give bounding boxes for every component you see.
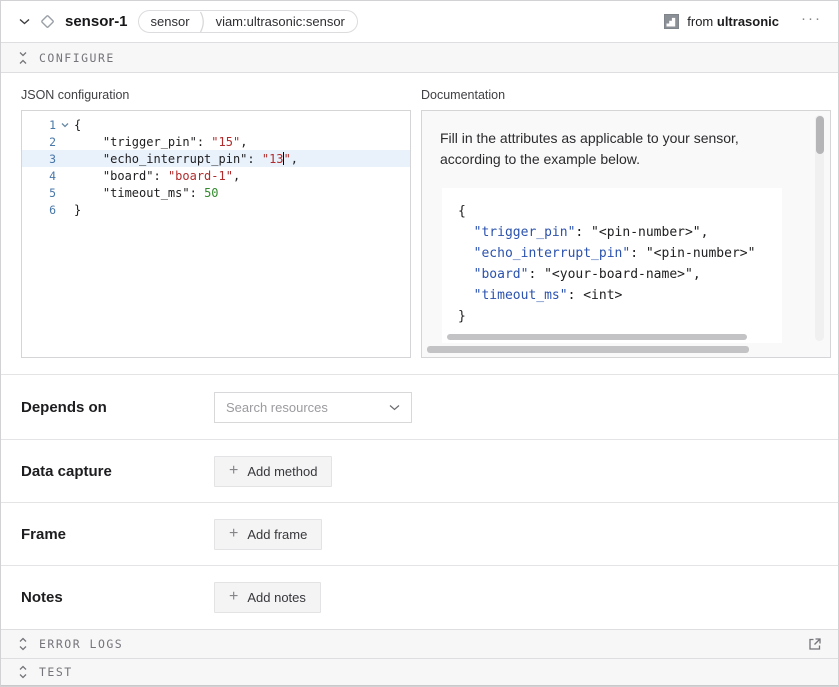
code-text: } [74, 203, 81, 217]
doc-code-line: "echo_interrupt_pin": "<pin-number>" [458, 243, 766, 264]
documentation-column: Documentation Fill in the attributes as … [421, 88, 831, 357]
configure-label: CONFIGURE [39, 51, 115, 65]
line-number: 2 [22, 135, 56, 149]
data-capture-label: Data capture [21, 463, 214, 480]
header-right: from ultrasonic ··· [664, 9, 824, 34]
pill-separator-icon [199, 11, 207, 33]
test-bar[interactable]: TEST [1, 658, 838, 686]
doc-code-line: "timeout_ms": <int> [458, 285, 766, 306]
component-model: viam:ultrasonic:sensor [216, 14, 345, 29]
code-text: "trigger_pin": "15", [74, 135, 247, 149]
editor-code-line[interactable]: 3 "echo_interrupt_pin": "13", [22, 150, 410, 167]
documentation-panel: Fill in the attributes as applicable to … [421, 110, 831, 358]
error-logs-bar[interactable]: ERROR LOGS [1, 629, 838, 658]
frame-label: Frame [21, 526, 214, 543]
panel-vertical-scrollbar-track [815, 115, 824, 341]
editor-code-line[interactable]: 4 "board": "board-1", [22, 167, 410, 184]
code-text: "echo_interrupt_pin": "<pin-number>" [458, 246, 755, 261]
code-text: "timeout_ms": <int> [458, 288, 622, 303]
json-config-column: JSON configuration 1{2 "trigger_pin": "1… [21, 88, 411, 357]
doc-code-line: { [458, 201, 766, 222]
add-frame-button[interactable]: + Add frame [214, 519, 322, 550]
component-type-pill: sensor viam:ultrasonic:sensor [138, 10, 358, 33]
json-editor[interactable]: 1{2 "trigger_pin": "15",3 "echo_interrup… [21, 110, 411, 358]
doc-code-line: "board": "<your-board-name>", [458, 264, 766, 285]
data-capture-row: Data capture + Add method [1, 439, 838, 502]
component-type: sensor [151, 14, 190, 29]
configure-content: JSON configuration 1{2 "trigger_pin": "1… [1, 73, 838, 374]
code-text: "timeout_ms": 50 [74, 186, 219, 200]
doc-code-line: "trigger_pin": "<pin-number>", [458, 222, 766, 243]
panel-vertical-scrollbar[interactable] [816, 116, 824, 154]
error-logs-label: ERROR LOGS [39, 637, 123, 651]
chevron-down-icon [389, 404, 400, 411]
collapse-section-icon [17, 51, 29, 65]
component-card: sensor-1 sensor viam:ultrasonic:sensor f… [0, 0, 839, 687]
notes-label: Notes [21, 589, 214, 606]
from-module-text: from ultrasonic [687, 14, 779, 29]
json-config-label: JSON configuration [21, 88, 411, 102]
doc-code-line: } [458, 306, 766, 327]
line-number: 5 [22, 186, 56, 200]
add-method-button[interactable]: + Add method [214, 456, 332, 487]
collapse-chevron-icon[interactable] [15, 13, 33, 31]
line-number: 4 [22, 169, 56, 183]
add-method-button-label: Add method [247, 464, 317, 479]
editor-code-line[interactable]: 5 "timeout_ms": 50 [22, 184, 410, 201]
editor-code-line[interactable]: 2 "trigger_pin": "15", [22, 133, 410, 150]
line-number: 6 [22, 203, 56, 217]
line-number: 1 [22, 118, 56, 132]
code-text: { [458, 204, 466, 219]
documentation-intro: Fill in the attributes as applicable to … [440, 128, 786, 170]
component-name: sensor-1 [65, 13, 128, 30]
overflow-menu-button[interactable]: ··· [799, 9, 824, 34]
add-frame-button-label: Add frame [247, 527, 307, 542]
test-label: TEST [39, 665, 73, 679]
code-text: "trigger_pin": "<pin-number>", [458, 225, 708, 240]
expand-section-icon [17, 665, 29, 679]
documentation-label: Documentation [421, 88, 831, 102]
plus-icon: + [229, 526, 238, 542]
editor-code-line[interactable]: 1{ [22, 116, 410, 133]
code-text: } [458, 309, 466, 324]
fold-chevron-icon[interactable] [56, 120, 74, 130]
notes-row: Notes + Add notes [1, 565, 838, 629]
code-text: "board": "board-1", [74, 169, 240, 183]
documentation-code-block: { "trigger_pin": "<pin-number>", "echo_i… [442, 188, 782, 343]
panel-horizontal-scrollbar[interactable] [427, 346, 749, 353]
line-number: 3 [22, 152, 56, 166]
add-notes-button[interactable]: + Add notes [214, 582, 321, 613]
depends-on-label: Depends on [21, 399, 214, 416]
plus-icon: + [229, 589, 238, 605]
add-notes-button-label: Add notes [247, 590, 306, 605]
code-horizontal-scrollbar[interactable] [447, 334, 747, 340]
configure-section-bar[interactable]: CONFIGURE [1, 42, 838, 73]
code-text: "board": "<your-board-name>", [458, 267, 701, 282]
code-text: { [74, 118, 81, 132]
open-in-new-icon[interactable] [808, 637, 822, 651]
depends-on-row: Depends on Search resources [1, 374, 838, 439]
plus-icon: + [229, 463, 238, 479]
editor-code-line[interactable]: 6} [22, 201, 410, 218]
module-icon [664, 14, 679, 29]
sensor-diamond-icon [39, 13, 56, 30]
depends-on-placeholder: Search resources [226, 400, 389, 415]
component-header: sensor-1 sensor viam:ultrasonic:sensor f… [1, 1, 838, 42]
frame-row: Frame + Add frame [1, 502, 838, 565]
expand-section-icon [17, 637, 29, 651]
code-text: "echo_interrupt_pin": "13", [74, 152, 298, 166]
depends-on-select[interactable]: Search resources [214, 392, 412, 423]
